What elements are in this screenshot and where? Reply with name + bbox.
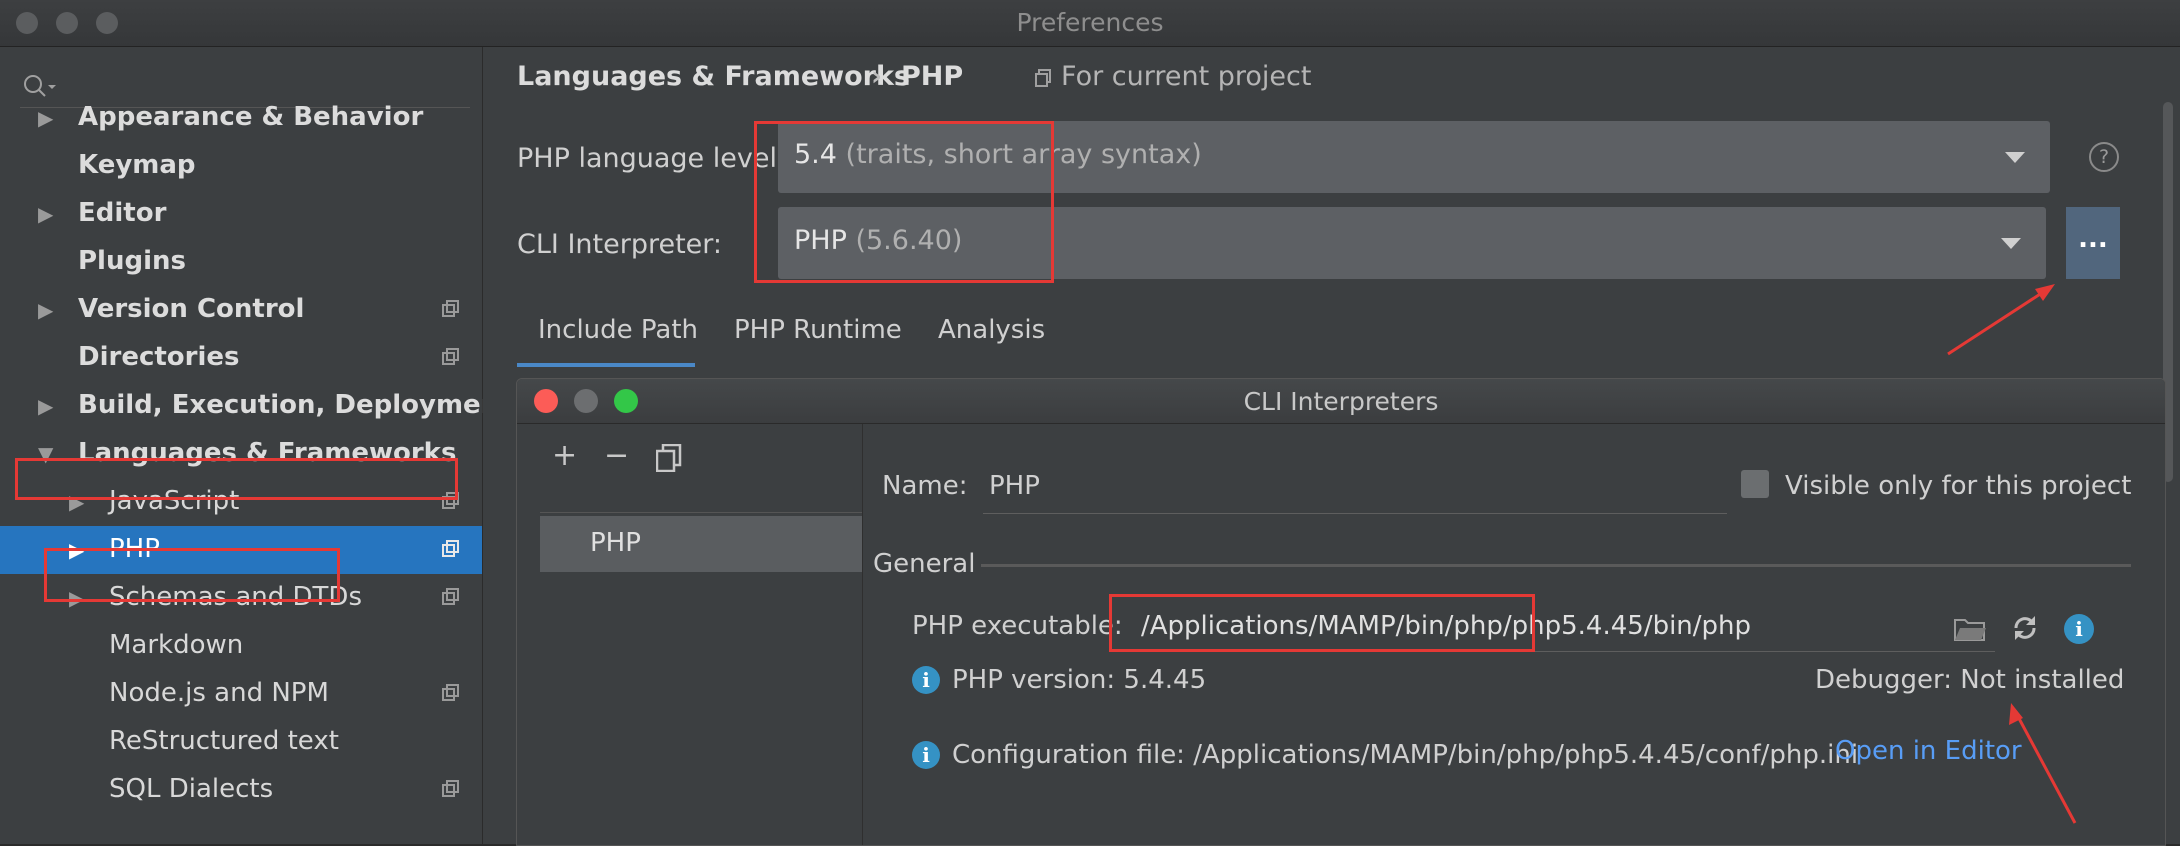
annotation-arrow: [2009, 703, 2077, 824]
highlight-box-interpreter-fields: [754, 121, 1054, 283]
refresh-icon[interactable]: [2011, 614, 2039, 642]
open-in-editor-link[interactable]: Open in Editor: [1835, 736, 2022, 766]
tab-php-runtime[interactable]: PHP Runtime: [734, 315, 902, 345]
sidebar-item-label: ReStructured text: [109, 726, 339, 756]
chevron-down-icon: [2005, 152, 2025, 163]
add-interpreter-button[interactable]: +: [552, 438, 577, 473]
interpreter-list-item[interactable]: PHP: [540, 516, 862, 572]
project-scope-icon: [442, 684, 459, 701]
highlight-box-executable: [1109, 594, 1535, 652]
sidebar-item-appearance-behavior[interactable]: ▶ Appearance & Behavior: [0, 94, 482, 142]
sidebar-item-label: Plugins: [78, 246, 186, 276]
project-scope-icon: [442, 540, 459, 557]
language-level-label: PHP language level:: [517, 143, 787, 174]
config-file-text: Configuration file: /Applications/MAMP/b…: [952, 740, 1859, 770]
sidebar-item-build-execution-deployment[interactable]: ▶ Build, Execution, Deployment: [0, 382, 512, 430]
annotation-arrow: [1947, 284, 2055, 356]
sidebar-item-label: Appearance & Behavior: [78, 102, 424, 132]
project-scope-icon: [442, 588, 459, 605]
chevron-right-icon[interactable]: ▶: [38, 202, 53, 226]
sidebar-item-sql-dialects[interactable]: SQL Dialects: [0, 766, 482, 814]
sidebar-item-label: Markdown: [109, 630, 244, 660]
debugger-status-text: Debugger: Not installed: [1815, 665, 2125, 695]
php-version-info-icon: i: [912, 666, 940, 694]
general-section-label: General: [873, 549, 976, 579]
sidebar-item-directories[interactable]: Directories: [0, 334, 482, 382]
sidebar-item-restructured-text[interactable]: ReStructured text: [0, 718, 482, 766]
interpreter-list-panel: + − PHP: [518, 424, 863, 845]
tab-analysis[interactable]: Analysis: [938, 315, 1045, 345]
sidebar-item-label: Directories: [78, 342, 240, 372]
dialog-title-bar: CLI Interpreters: [517, 379, 2165, 424]
executable-info-icon[interactable]: i: [2064, 614, 2094, 644]
sidebar-item-label: Editor: [78, 198, 167, 228]
project-scope-icon: [1035, 69, 1051, 87]
folder-icon[interactable]: [1954, 615, 1986, 641]
sidebar-item-label: Version Control: [78, 294, 305, 324]
window-title-bar: Preferences: [0, 0, 2180, 47]
interpreter-list-item-label: PHP: [590, 528, 641, 558]
dialog-title: CLI Interpreters: [1243, 387, 1439, 416]
breadcrumb-current: PHP: [901, 61, 964, 92]
sidebar-item-label: Node.js and NPM: [109, 678, 329, 708]
project-scope-icon: [442, 780, 459, 797]
breadcrumb-parent[interactable]: Languages & Frameworks: [517, 61, 910, 92]
name-label: Name:: [882, 471, 968, 501]
chevron-right-icon[interactable]: ▶: [38, 298, 53, 322]
sidebar-item-label: Build, Execution, Deployment: [78, 390, 512, 420]
sidebar-item-version-control[interactable]: ▶ Version Control: [0, 286, 482, 334]
sidebar-item-label: SQL Dialects: [109, 774, 274, 804]
project-scope-icon: [442, 300, 459, 317]
sidebar-item-plugins[interactable]: Plugins: [0, 238, 482, 286]
sidebar-item-editor[interactable]: ▶ Editor: [0, 190, 482, 238]
cli-interpreter-label: CLI Interpreter:: [517, 229, 722, 260]
name-field[interactable]: PHP: [983, 457, 1727, 514]
breadcrumb-separator: ›: [871, 61, 883, 92]
window-title: Preferences: [1016, 8, 1164, 37]
chevron-right-icon[interactable]: ▶: [38, 394, 53, 418]
general-separator: [981, 564, 2131, 567]
sidebar-item-keymap[interactable]: Keymap: [0, 142, 482, 190]
project-scope-label: For current project: [1061, 61, 1312, 92]
highlight-box-languages: [15, 458, 458, 500]
sidebar-item-label: Keymap: [78, 150, 196, 180]
highlight-box-php: [44, 548, 340, 602]
remove-interpreter-button[interactable]: −: [604, 438, 629, 473]
settings-sidebar: ▶ Appearance & Behavior Keymap ▶ Editor Plugi…: [0, 47, 512, 844]
list-divider: [540, 512, 862, 513]
chevron-down-icon: [2001, 238, 2021, 249]
copy-icon[interactable]: [656, 444, 682, 472]
php-executable-label: PHP executable:: [912, 611, 1123, 641]
sidebar-item-node-js-and-npm[interactable]: Node.js and NPM: [0, 670, 482, 718]
tab-include-path[interactable]: Include Path: [538, 315, 698, 345]
config-file-info-icon: i: [912, 741, 940, 769]
name-field-value: PHP: [989, 471, 1040, 501]
sidebar-item-markdown[interactable]: Markdown: [0, 622, 482, 670]
php-version-text: PHP version: 5.4.45: [952, 665, 1207, 695]
active-tab-underline: [517, 363, 695, 367]
cli-interpreters-dialog: CLI Interpreters + − PHP Name: PHP Visib…: [516, 378, 2166, 846]
chevron-right-icon[interactable]: ▶: [38, 106, 53, 130]
visible-only-checkbox[interactable]: [1741, 470, 1769, 498]
help-icon[interactable]: ?: [2089, 142, 2119, 172]
project-scope-icon: [442, 348, 459, 365]
visible-only-label: Visible only for this project: [1785, 471, 2132, 501]
browse-interpreters-button[interactable]: ...: [2066, 207, 2120, 279]
